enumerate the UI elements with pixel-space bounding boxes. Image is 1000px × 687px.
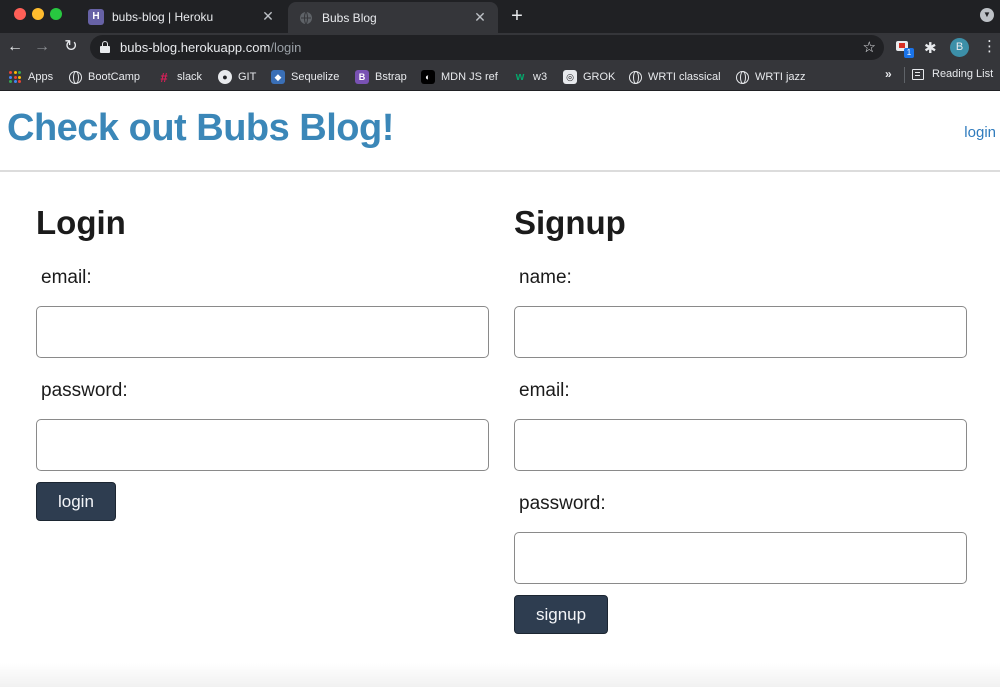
bookmark-w3[interactable]: w w3 [513, 68, 547, 86]
profile-avatar[interactable]: B [950, 38, 969, 57]
tab-title: bubs-blog | Heroku [112, 9, 214, 24]
extension-badge: 1 [904, 48, 914, 58]
bookmark-bstrap[interactable]: B Bstrap [355, 68, 407, 86]
bookmarks-bar: Apps BootCamp # slack ● GIT ◆ Sequelize … [0, 62, 1000, 91]
sequelize-icon: ◆ [271, 70, 285, 84]
minimize-window-button[interactable] [32, 8, 44, 20]
apps-grid-icon [8, 70, 22, 84]
extensions-puzzle-icon[interactable]: ✱ [924, 39, 937, 57]
bookmark-mdn[interactable]: ◐ MDN JS ref [421, 68, 498, 86]
bookmark-label: GROK [583, 71, 616, 83]
signup-form: Signup name: email: password: signup [514, 203, 968, 634]
login-form: Login email: password: login [36, 203, 490, 521]
reading-list-button[interactable]: Reading List [912, 68, 993, 80]
signup-button[interactable]: signup [514, 595, 609, 634]
close-tab-icon[interactable]: ✕ [258, 8, 278, 25]
w3-icon: w [515, 71, 525, 83]
close-tab-icon[interactable]: ✕ [470, 9, 490, 26]
url-text: bubs-blog.herokuapp.com/login [120, 40, 301, 55]
reading-list-icon [912, 68, 924, 80]
signup-heading: Signup [514, 204, 626, 241]
tab-bubs-blog[interactable]: Bubs Blog ✕ [288, 2, 498, 33]
bookmark-bootcamp[interactable]: BootCamp [69, 68, 140, 86]
bookmark-label: Bstrap [375, 71, 407, 83]
globe-icon [736, 70, 749, 84]
lock-icon [100, 41, 110, 53]
browser-toolbar: ← → ↻ bubs-blog.herokuapp.com/login ☆ [0, 33, 1000, 62]
login-password-label: password: [41, 380, 128, 401]
more-menu-icon[interactable]: ⋮ [982, 38, 997, 56]
bookmark-label: Sequelize [291, 71, 340, 83]
bookmark-wrti-jazz[interactable]: WRTI jazz [736, 68, 806, 86]
bookmark-label: WRTI classical [648, 71, 721, 83]
slack-icon: # [160, 69, 168, 85]
bookmark-slack[interactable]: # slack [157, 68, 202, 86]
url-path: /login [270, 40, 302, 55]
url-domain: bubs-blog.herokuapp.com [120, 40, 271, 55]
close-window-button[interactable] [14, 8, 26, 20]
grok-icon: ◎ [563, 70, 577, 84]
signup-name-input[interactable] [514, 306, 967, 358]
tab-title: Bubs Blog [322, 10, 377, 25]
browser-tab-bar: H bubs-blog | Heroku ✕ Bubs Blog ✕ + ▼ [0, 0, 1000, 33]
zoom-window-button[interactable] [50, 8, 62, 20]
page-bottom-shade [0, 663, 1000, 687]
bookmark-label: Apps [28, 71, 54, 83]
signup-password-input[interactable] [514, 532, 967, 584]
signup-name-label: name: [519, 267, 572, 288]
bookmark-label: slack [177, 71, 203, 83]
globe-icon [629, 70, 642, 84]
mdn-icon: ◐ [421, 70, 435, 84]
forward-arrow-icon[interactable]: → [31, 36, 53, 58]
site-header: Check out Bubs Blog! login [0, 91, 1000, 172]
extension-flag-icon[interactable]: 1 [896, 40, 914, 58]
signup-password-label: password: [519, 493, 606, 514]
login-button[interactable]: login [36, 482, 116, 521]
new-tab-button[interactable]: + [506, 4, 528, 28]
bookmark-label: w3 [533, 71, 548, 83]
address-bar[interactable]: bubs-blog.herokuapp.com/login ☆ [90, 35, 884, 60]
bookmark-apps[interactable]: Apps [8, 68, 53, 86]
bookmark-star-icon[interactable]: ☆ [863, 38, 876, 56]
heroku-icon: H [88, 8, 104, 25]
bookmark-label: WRTI jazz [755, 71, 806, 83]
github-icon: ● [218, 70, 232, 84]
bootstrap-icon: B [355, 70, 369, 84]
signup-email-label: email: [519, 380, 570, 401]
bookmark-grok[interactable]: ◎ GROK [563, 68, 615, 86]
tab-search-icon[interactable]: ▼ [980, 8, 994, 22]
bookmarks-divider [904, 67, 905, 83]
reading-list-label: Reading List [932, 68, 994, 80]
login-password-input[interactable] [36, 419, 489, 471]
bookmark-label: BootCamp [88, 71, 140, 83]
header-login-link[interactable]: login [964, 124, 996, 141]
login-heading: Login [36, 204, 126, 241]
login-email-label: email: [41, 267, 92, 288]
bookmark-wrti-classical[interactable]: WRTI classical [629, 68, 721, 86]
tab-heroku[interactable]: H bubs-blog | Heroku ✕ [78, 0, 286, 33]
bookmark-label: MDN JS ref [441, 71, 498, 83]
bookmarks-overflow-chevron-icon[interactable]: » [885, 67, 892, 81]
login-email-input[interactable] [36, 306, 489, 358]
globe-icon [69, 70, 82, 84]
site-title: Check out Bubs Blog! [7, 107, 394, 149]
bookmark-sequelize[interactable]: ◆ Sequelize [271, 68, 339, 86]
bookmark-label: GIT [238, 71, 257, 83]
bookmark-git[interactable]: ● GIT [218, 68, 256, 86]
back-arrow-icon[interactable]: ← [4, 36, 26, 58]
signup-email-input[interactable] [514, 419, 967, 471]
page-content: Check out Bubs Blog! login Login email: … [0, 91, 1000, 687]
globe-icon [298, 10, 314, 26]
reload-icon[interactable]: ↻ [60, 36, 82, 58]
